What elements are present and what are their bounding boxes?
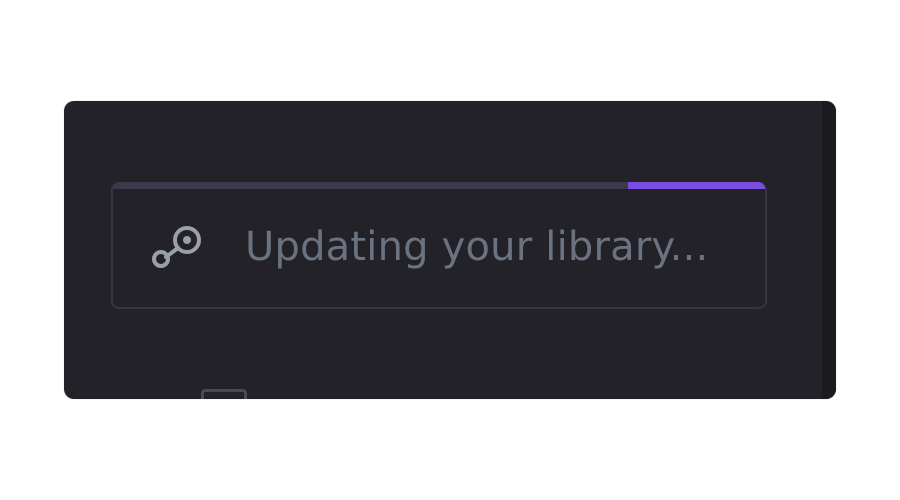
library-update-panel: Updating your library...	[64, 101, 836, 399]
update-progress-fill	[628, 182, 765, 189]
steam-icon	[149, 224, 207, 270]
library-icon	[201, 389, 247, 399]
panel-scroll-edge	[822, 101, 836, 399]
update-status-text: Updating your library...	[245, 224, 709, 270]
update-status-card: Updating your library...	[111, 182, 767, 309]
update-progress-bar	[113, 182, 765, 189]
